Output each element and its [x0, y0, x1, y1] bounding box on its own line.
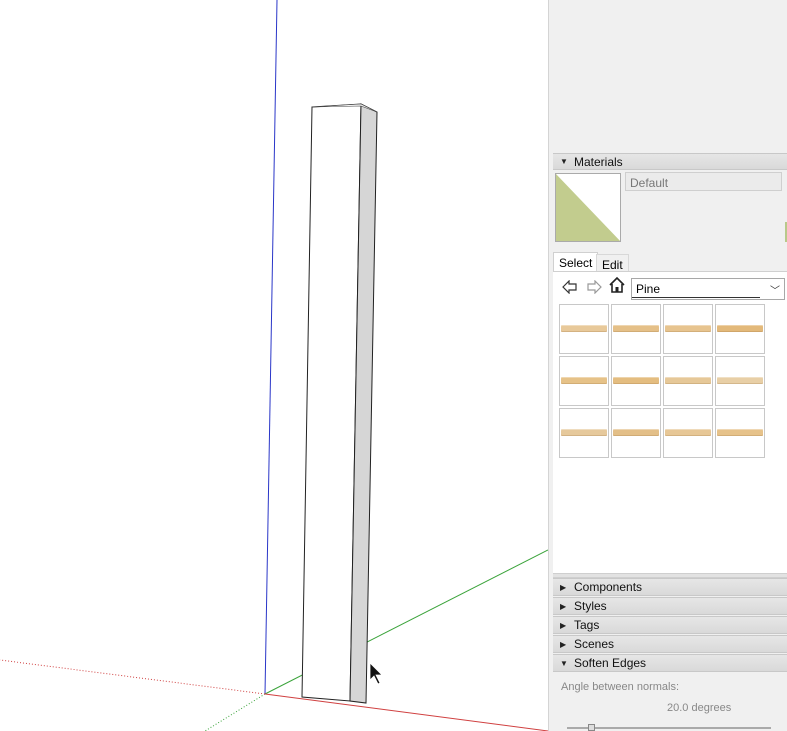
- tab-edit[interactable]: Edit: [596, 254, 629, 272]
- blue-axis: [264, 0, 278, 695]
- wood-plank-thumbnail: [561, 325, 607, 332]
- panel-label: Components: [574, 580, 643, 594]
- material-preview-swatch[interactable]: [555, 173, 621, 242]
- red-axis: [264, 693, 548, 731]
- wood-plank-thumbnail: [717, 429, 763, 436]
- chevron-down-icon: ﹀: [770, 286, 780, 297]
- wood-plank-thumbnail: [717, 377, 763, 384]
- material-swatch[interactable]: [715, 356, 765, 406]
- wood-plank-thumbnail: [613, 377, 659, 384]
- material-swatch-grid: [559, 304, 767, 458]
- expand-triangle-icon: ▶: [560, 620, 567, 630]
- panel-header-soften-edges[interactable]: ▼ Soften Edges: [553, 654, 787, 672]
- wood-plank-thumbnail: [717, 325, 763, 332]
- tab-select[interactable]: Select: [553, 252, 599, 272]
- drawing-viewport[interactable]: [0, 0, 548, 731]
- material-swatch[interactable]: [715, 408, 765, 458]
- material-swatch[interactable]: [559, 356, 609, 406]
- materials-panel-header[interactable]: ▼ Materials: [553, 153, 787, 170]
- material-swatch[interactable]: [559, 408, 609, 458]
- panel-header-components[interactable]: ▶ Components: [553, 578, 787, 596]
- expand-triangle-icon: ▶: [560, 639, 567, 649]
- material-swatch[interactable]: [715, 304, 765, 354]
- expand-triangle-icon: ▶: [560, 582, 567, 592]
- material-swatch[interactable]: [663, 304, 713, 354]
- material-swatch[interactable]: [559, 304, 609, 354]
- red-axis-dotted: [0, 659, 266, 695]
- panel-header-tags[interactable]: ▶ Tags: [553, 616, 787, 634]
- wood-plank-thumbnail: [665, 429, 711, 436]
- collection-dropdown[interactable]: Pine ﹀: [631, 278, 785, 300]
- panel-label: Soften Edges: [574, 656, 647, 670]
- wood-plank-thumbnail: [561, 377, 607, 384]
- material-swatch[interactable]: [611, 356, 661, 406]
- green-axis-dotted: [204, 693, 266, 731]
- material-swatch[interactable]: [663, 356, 713, 406]
- angle-slider-track[interactable]: [567, 727, 771, 729]
- wood-plank-thumbnail: [613, 325, 659, 332]
- material-swatch[interactable]: [663, 408, 713, 458]
- material-swatch[interactable]: [611, 304, 661, 354]
- panel-header-styles[interactable]: ▶ Styles: [553, 597, 787, 615]
- mouse-cursor-icon: [369, 662, 383, 685]
- panel-label: Tags: [574, 618, 600, 632]
- expand-triangle-icon: ▶: [560, 601, 567, 611]
- collapse-triangle-icon: ▼: [560, 157, 568, 166]
- back-arrow-icon[interactable]: [561, 279, 579, 295]
- wood-plank-thumbnail: [665, 377, 711, 384]
- material-name-field[interactable]: Default: [625, 172, 782, 191]
- angle-slider-thumb[interactable]: [588, 724, 595, 731]
- material-swatch[interactable]: [611, 408, 661, 458]
- angle-value: 20.0 degrees: [667, 702, 732, 714]
- collapse-triangle-icon: ▼: [560, 658, 568, 668]
- collection-value: Pine: [632, 281, 760, 298]
- wood-plank-thumbnail: [665, 325, 711, 332]
- wood-plank-thumbnail: [561, 429, 607, 436]
- angle-label: Angle between normals:: [561, 681, 680, 693]
- panel-header-scenes[interactable]: ▶ Scenes: [553, 635, 787, 653]
- home-icon[interactable]: [608, 276, 626, 293]
- panel-label: Styles: [574, 599, 607, 613]
- forward-arrow-icon[interactable]: [585, 279, 603, 295]
- scene-canvas[interactable]: [0, 0, 548, 731]
- materials-header-label: Materials: [574, 154, 623, 169]
- panel-label: Scenes: [574, 637, 615, 651]
- wood-plank-thumbnail: [613, 429, 659, 436]
